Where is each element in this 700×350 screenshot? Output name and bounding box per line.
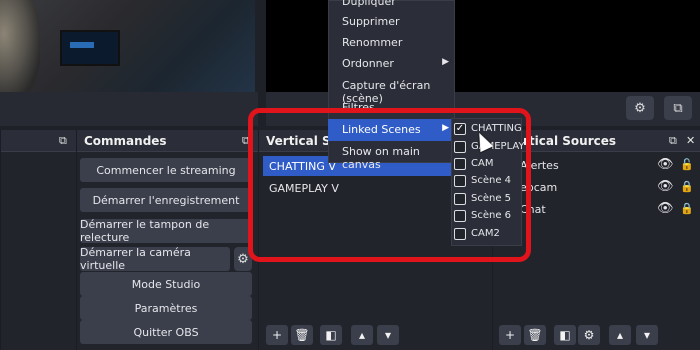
menu-item-rename[interactable]: Renommer <box>328 32 455 54</box>
trash-icon[interactable]: 🗑 <box>291 325 313 345</box>
dock-left-partial: ⧉ <box>0 130 76 350</box>
menu-item-order[interactable]: Ordonner ▶ <box>328 53 455 75</box>
move-down-icon[interactable]: ▾ <box>636 325 658 345</box>
menu-item-screenshot[interactable]: Capture d'écran (scène) <box>328 75 455 105</box>
eye-icon[interactable]: 👁 <box>657 201 674 216</box>
preview-canvas-main <box>0 0 255 92</box>
start-virtual-camera-button[interactable]: Démarrer la caméra virtuelle <box>80 246 230 272</box>
gear-icon[interactable]: ⚙ <box>626 96 654 120</box>
settings-button[interactable]: Paramètres <box>80 296 252 320</box>
move-up-icon[interactable]: ▴ <box>609 325 631 345</box>
start-streaming-button[interactable]: Commencer le streaming <box>80 158 252 182</box>
unlock-icon[interactable]: 🔓 <box>680 158 694 171</box>
start-replay-buffer-button[interactable]: Démarrer le tampon de relecture <box>80 218 252 244</box>
lock-icon[interactable]: 🔒 <box>680 180 694 193</box>
dock-settings-icon[interactable]: ⧉ <box>664 96 692 120</box>
move-up-icon[interactable]: ▴ <box>351 325 373 345</box>
menu-item-delete[interactable]: Supprimer <box>328 11 455 33</box>
quit-obs-button[interactable]: Quitter OBS <box>80 320 252 344</box>
start-recording-button[interactable]: Démarrer l'enregistrement <box>80 188 252 212</box>
menu-item-order-label: Ordonner <box>342 57 394 70</box>
add-icon[interactable]: + <box>499 325 521 345</box>
eye-icon[interactable]: 👁 <box>657 179 674 194</box>
lock-icon[interactable]: 🔒 <box>680 202 694 215</box>
filters-icon[interactable]: ◧ <box>554 325 576 345</box>
undock-icon[interactable]: ⧉ <box>59 134 67 148</box>
filters-icon[interactable]: ◧ <box>320 325 342 345</box>
highlight-frame <box>248 108 531 262</box>
preview-toolbar-left <box>0 92 262 126</box>
source-item[interactable]: Alertes 👁 🔓 <box>520 156 695 176</box>
move-down-icon[interactable]: ▾ <box>377 325 399 345</box>
webcam-person-image <box>0 0 40 92</box>
studio-mode-button[interactable]: Mode Studio <box>80 272 252 296</box>
undock-icon[interactable]: ⧉ <box>669 134 677 148</box>
submenu-arrow-icon: ▶ <box>442 57 449 67</box>
source-item[interactable]: Chat 👁 🔒 <box>520 200 695 220</box>
source-item[interactable]: ebcam 👁 🔒 <box>520 178 695 198</box>
dock-title-commandes: Commandes <box>77 130 258 152</box>
eye-icon[interactable]: 👁 <box>657 157 674 172</box>
background-monitor-image <box>60 30 120 66</box>
trash-icon[interactable]: 🗑 <box>524 325 546 345</box>
close-icon[interactable]: ✕ <box>686 134 695 147</box>
add-icon[interactable]: + <box>266 325 288 345</box>
gear-icon[interactable]: ⚙ <box>578 325 600 345</box>
